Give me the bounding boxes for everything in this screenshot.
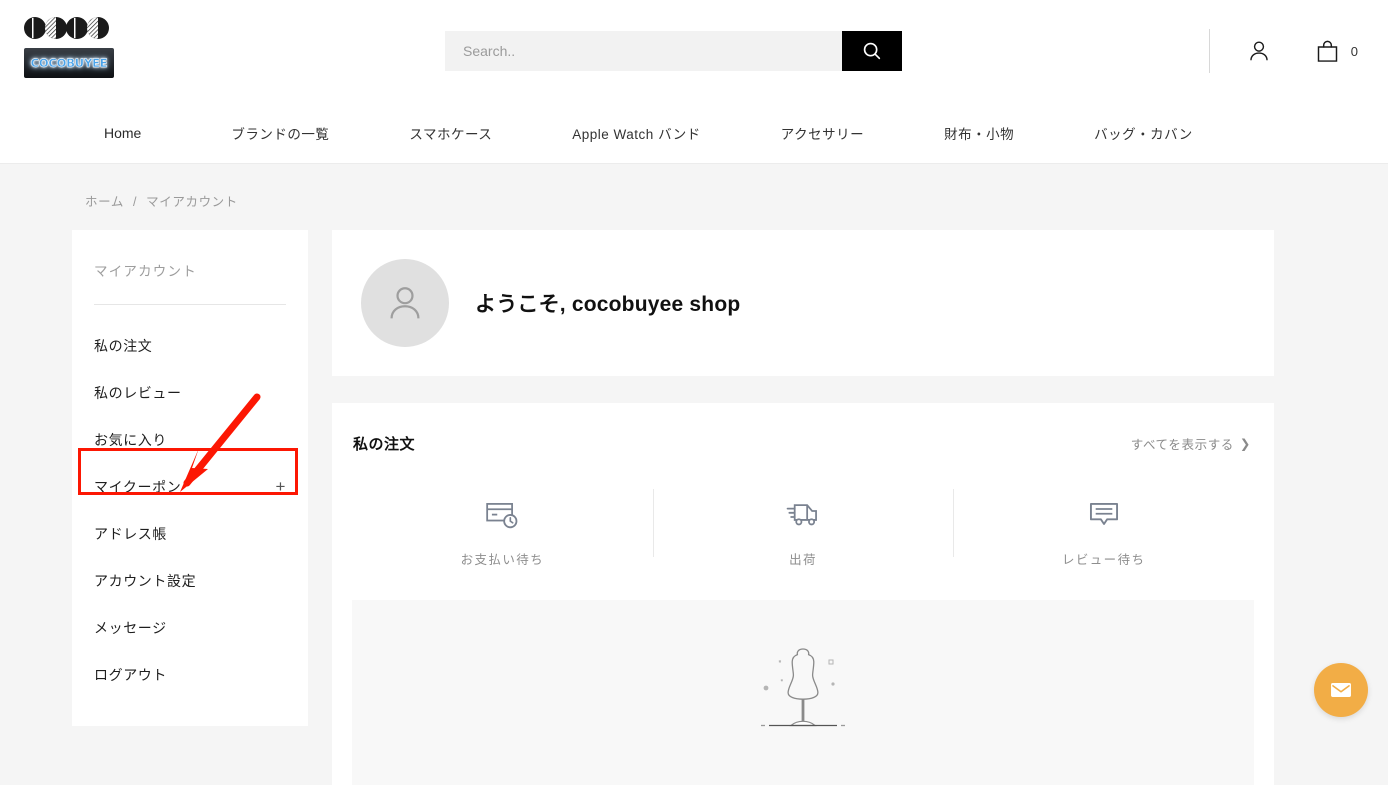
- sidebar-title: マイアカウント: [94, 260, 286, 305]
- welcome-card: ようこそ, cocobuyee shop: [332, 230, 1274, 376]
- order-status-awaiting-review[interactable]: レビュー待ち: [953, 481, 1254, 588]
- breadcrumb: ホーム / マイアカウント: [0, 164, 1388, 210]
- order-status-label: レビュー待ち: [1061, 553, 1146, 567]
- nav-item-home[interactable]: Home: [104, 125, 141, 141]
- sidebar-item-label: メッセージ: [94, 619, 167, 636]
- sidebar-item-address-book[interactable]: アドレス帳: [94, 510, 286, 557]
- sidebar-item-messages[interactable]: メッセージ: [94, 604, 286, 651]
- chevron-right-icon: ❯: [1239, 436, 1251, 451]
- sidebar-item-label: ログアウト: [94, 666, 167, 683]
- header-actions: 0: [1208, 28, 1358, 74]
- search-input[interactable]: [445, 31, 842, 71]
- welcome-greeting: ようこそ, cocobuyee shop: [475, 293, 741, 316]
- header-divider: [1208, 29, 1210, 73]
- account-main: ようこそ, cocobuyee shop 私の注文 すべてを表示する ❯ お支払…: [332, 230, 1274, 785]
- sidebar-item-logout[interactable]: ログアウト: [94, 651, 286, 698]
- sidebar-item-account-settings[interactable]: アカウント設定: [94, 557, 286, 604]
- site-header: COCOBUYEE 0: [0, 0, 1388, 102]
- search-icon: [863, 42, 881, 60]
- chat-support-button[interactable]: [1314, 663, 1368, 717]
- cart-count: 0: [1350, 43, 1358, 59]
- order-status-awaiting-payment[interactable]: お支払い待ち: [352, 481, 653, 588]
- mannequin-icon: [761, 648, 845, 727]
- expand-plus-icon[interactable]: +: [275, 478, 286, 495]
- my-orders-title: 私の注文: [353, 435, 416, 453]
- sidebar-item-favorites[interactable]: お気に入り: [94, 416, 286, 463]
- site-logo[interactable]: COCOBUYEE: [24, 14, 114, 78]
- sidebar-item-label: お気に入り: [94, 431, 167, 448]
- sidebar-item-my-orders[interactable]: 私の注文: [94, 322, 286, 369]
- order-status-label: お支払い待ち: [460, 553, 545, 567]
- nav-item-wallets[interactable]: 財布・小物: [944, 123, 1014, 143]
- page-layout: マイアカウント 私の注文 私のレビュー お気に入り マイクーポン + アドレス帳…: [0, 210, 1388, 785]
- account-sidebar: マイアカウント 私の注文 私のレビュー お気に入り マイクーポン + アドレス帳…: [72, 230, 308, 726]
- coco-wordmark-icon: [24, 17, 109, 39]
- cart-button[interactable]: 0: [1314, 38, 1358, 65]
- nav-item-phone-cases[interactable]: スマホケース: [409, 123, 492, 143]
- search-bar: [445, 31, 902, 71]
- sidebar-item-label: 私のレビュー: [94, 384, 182, 401]
- order-status-shipped[interactable]: 出荷: [652, 481, 954, 588]
- order-status-row: お支払い待ち 出荷 レビュー待ち: [332, 481, 1274, 588]
- card-clock-icon: [486, 503, 518, 529]
- breadcrumb-separator: /: [133, 195, 138, 209]
- envelope-icon: [1331, 682, 1351, 698]
- nav-item-brands[interactable]: ブランドの一覧: [231, 123, 329, 143]
- orders-empty-state: [352, 600, 1254, 785]
- nav-item-apple-watch-bands[interactable]: Apple Watch バンド: [572, 123, 700, 143]
- sidebar-item-my-coupons[interactable]: マイクーポン +: [94, 463, 286, 510]
- my-orders-card: 私の注文 すべてを表示する ❯ お支払い待ち 出荷 レビュー待ち: [332, 403, 1274, 785]
- sidebar-item-label: 私の注文: [94, 337, 153, 354]
- sidebar-item-label: マイクーポン: [94, 478, 182, 495]
- comment-icon: [1089, 502, 1118, 525]
- cocobuyee-badge-text: COCOBUYEE: [30, 56, 108, 70]
- view-all-label: すべてを表示する: [1130, 437, 1234, 452]
- user-icon: [1250, 41, 1268, 61]
- main-navigation: Home ブランドの一覧 スマホケース Apple Watch バンド アクセサ…: [0, 102, 1388, 164]
- cocobuyee-badge: COCOBUYEE: [24, 48, 114, 78]
- nav-item-bags[interactable]: バッグ・カバン: [1094, 123, 1193, 143]
- truck-icon: [786, 504, 817, 526]
- view-all-orders-link[interactable]: すべてを表示する ❯: [1131, 434, 1251, 453]
- nav-item-accessories[interactable]: アクセサリー: [781, 123, 864, 143]
- sidebar-item-label: アドレス帳: [94, 525, 167, 542]
- my-orders-header: 私の注文 すべてを表示する ❯: [332, 425, 1274, 461]
- avatar: [361, 259, 449, 347]
- breadcrumb-home[interactable]: ホーム: [85, 195, 124, 209]
- sidebar-item-label: アカウント設定: [94, 572, 197, 589]
- account-button[interactable]: [1246, 38, 1272, 64]
- breadcrumb-current: マイアカウント: [146, 195, 238, 209]
- order-status-label: 出荷: [789, 553, 817, 567]
- search-button[interactable]: [842, 31, 902, 71]
- shopping-bag-icon: [1317, 40, 1337, 62]
- user-avatar-icon: [390, 287, 420, 319]
- sidebar-item-my-reviews[interactable]: 私のレビュー: [94, 369, 286, 416]
